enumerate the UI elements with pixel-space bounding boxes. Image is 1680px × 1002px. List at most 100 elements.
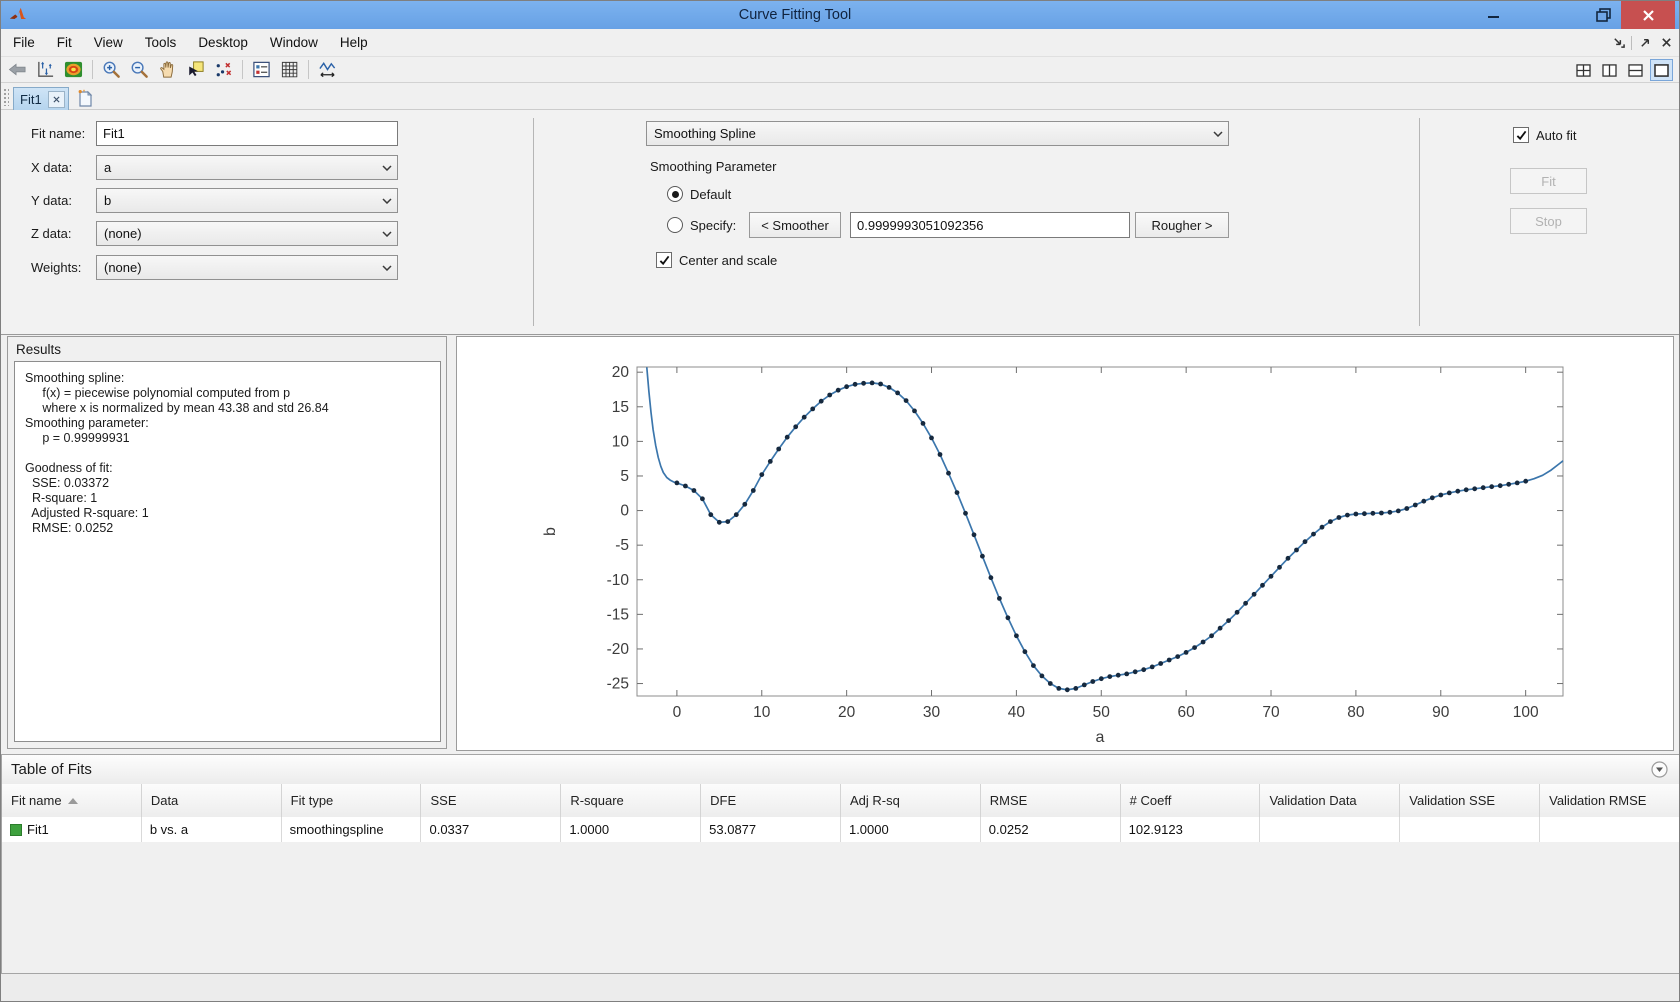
column-header-label: Validation Data xyxy=(1269,793,1356,808)
smoother-button[interactable]: < Smoother xyxy=(749,212,841,238)
maximize-panel-icon xyxy=(1639,36,1652,49)
center-and-scale-checkbox[interactable] xyxy=(656,252,672,268)
sort-ascending-icon xyxy=(68,798,78,804)
stop-button[interactable]: Stop xyxy=(1510,208,1587,234)
fit-type-value: Smoothing Spline xyxy=(647,126,1208,141)
data-point-markers xyxy=(675,381,1529,693)
fit-type-select[interactable]: Smoothing Spline xyxy=(646,121,1229,146)
z-data-value: (none) xyxy=(97,226,377,241)
menu-item-desktop[interactable]: Desktop xyxy=(187,31,259,54)
column-header-r-square[interactable]: R-square xyxy=(561,784,701,817)
center-scale-row: Center and scale xyxy=(656,252,777,268)
tab-label: Fit1 xyxy=(14,92,48,107)
default-radio-row: Default xyxy=(667,186,731,202)
undock-button[interactable] xyxy=(1610,35,1626,51)
menu-item-view[interactable]: View xyxy=(83,31,134,54)
tab-fit1[interactable]: Fit1 xyxy=(13,87,69,110)
new-fit-button[interactable] xyxy=(75,88,95,108)
table-cell-value: 1.0000 xyxy=(849,822,889,837)
minimize-button[interactable] xyxy=(1469,1,1517,28)
zoom-out-button[interactable] xyxy=(126,57,153,82)
chevron-down-icon xyxy=(377,231,397,237)
x-axis-label: a xyxy=(1096,729,1105,746)
layout-split-vertical-button[interactable] xyxy=(1598,59,1621,81)
column-header-data[interactable]: Data xyxy=(142,784,282,817)
x-data-select[interactable]: a xyxy=(96,155,398,180)
auto-fit-checkbox[interactable] xyxy=(1513,127,1529,143)
menu-item-help[interactable]: Help xyxy=(329,31,379,54)
table-cell-value: 1.0000 xyxy=(569,822,609,837)
close-button[interactable] xyxy=(1621,1,1675,29)
fit-name-input[interactable] xyxy=(96,121,398,146)
datatip-icon xyxy=(186,60,205,79)
table-empty-body[interactable] xyxy=(2,842,1680,973)
curve-plot-button[interactable] xyxy=(4,57,31,82)
menu-item-tools[interactable]: Tools xyxy=(134,31,188,54)
x-tick-labels: 0102030405060708090100 xyxy=(673,704,1539,721)
fit-button[interactable]: Fit xyxy=(1510,168,1587,194)
tab-close-icon[interactable] xyxy=(48,91,65,108)
column-header-label: Validation SSE xyxy=(1409,793,1495,808)
column-header-dfe[interactable]: DFE xyxy=(701,784,841,817)
y-tick-labels: -25-20-15-10-505101520 xyxy=(607,364,630,692)
legend-icon xyxy=(252,60,271,79)
datatip-button[interactable] xyxy=(182,57,209,82)
zoom-in-button[interactable] xyxy=(98,57,125,82)
column-header-label: # Coeff xyxy=(1130,793,1172,808)
fit-plot-canvas[interactable]: 0102030405060708090100-25-20-15-10-50510… xyxy=(457,337,1673,750)
y-data-select[interactable]: b xyxy=(96,188,398,213)
column-header-rmse[interactable]: RMSE xyxy=(981,784,1121,817)
column-header-validation-sse[interactable]: Validation SSE xyxy=(1400,784,1540,817)
restore-button[interactable] xyxy=(1581,1,1625,28)
weights-value: (none) xyxy=(97,260,377,275)
table-of-fits-panel: Table of Fits Fit nameDataFit typeSSER-s… xyxy=(1,754,1680,974)
residuals-plot-button[interactable] xyxy=(32,57,59,82)
layout-single-button[interactable] xyxy=(1650,59,1673,81)
column-header-fit-name[interactable]: Fit name xyxy=(2,784,142,817)
menu-item-fit[interactable]: Fit xyxy=(46,31,83,54)
layout-grid-button[interactable] xyxy=(1572,59,1595,81)
layout-split-vertical-icon xyxy=(1602,64,1617,77)
smoothing-parameter-label: Smoothing Parameter xyxy=(650,159,776,174)
pan-button[interactable] xyxy=(154,57,181,82)
layout-split-horizontal-button[interactable] xyxy=(1624,59,1647,81)
column-header-fit-type[interactable]: Fit type xyxy=(282,784,422,817)
curve-plot-icon xyxy=(8,60,27,79)
menu-item-window[interactable]: Window xyxy=(259,31,329,54)
weights-select[interactable]: (none) xyxy=(96,255,398,280)
maximize-panel-button[interactable] xyxy=(1637,35,1653,51)
column-header-adj-r-sq[interactable]: Adj R-sq xyxy=(841,784,981,817)
close-panel-button[interactable] xyxy=(1658,35,1674,51)
smoothing-parameter-input[interactable] xyxy=(850,212,1130,238)
svg-text:80: 80 xyxy=(1347,704,1365,721)
legend-button[interactable] xyxy=(248,57,275,82)
grid-icon xyxy=(280,60,299,79)
exclude-outliers-button[interactable] xyxy=(210,57,237,82)
grid-button[interactable] xyxy=(276,57,303,82)
table-menu-icon[interactable] xyxy=(1651,761,1668,778)
y-data-value: b xyxy=(97,193,377,208)
results-box[interactable]: Smoothing spline: f(x) = piecewise polyn… xyxy=(14,361,441,742)
svg-text:90: 90 xyxy=(1432,704,1450,721)
drag-grip-icon[interactable] xyxy=(3,88,9,106)
default-radio[interactable] xyxy=(667,186,683,202)
menu-item-file[interactable]: File xyxy=(2,31,46,54)
svg-text:50: 50 xyxy=(1093,704,1111,721)
column-header-validation-rmse[interactable]: Validation RMSE xyxy=(1540,784,1680,817)
axes-limits-button[interactable] xyxy=(314,57,341,82)
specify-radio-row: Specify: xyxy=(667,217,736,233)
contour-plot-button[interactable] xyxy=(60,57,87,82)
table-cell: 0.0337 xyxy=(421,817,561,842)
column-header-label: SSE xyxy=(430,793,456,808)
column-header--coeff[interactable]: # Coeff xyxy=(1121,784,1261,817)
rougher-button[interactable]: Rougher > xyxy=(1135,212,1229,238)
x-data-label: X data: xyxy=(31,160,72,175)
column-header-validation-data[interactable]: Validation Data xyxy=(1260,784,1400,817)
table-cell: b vs. a xyxy=(142,817,282,842)
z-data-select[interactable]: (none) xyxy=(96,221,398,246)
table-cell-value: 53.0877 xyxy=(709,822,756,837)
svg-text:5: 5 xyxy=(620,468,629,485)
column-header-sse[interactable]: SSE xyxy=(421,784,561,817)
specify-radio[interactable] xyxy=(667,217,683,233)
table-row[interactable]: Fit1b vs. asmoothingspline0.03371.000053… xyxy=(2,817,1680,843)
